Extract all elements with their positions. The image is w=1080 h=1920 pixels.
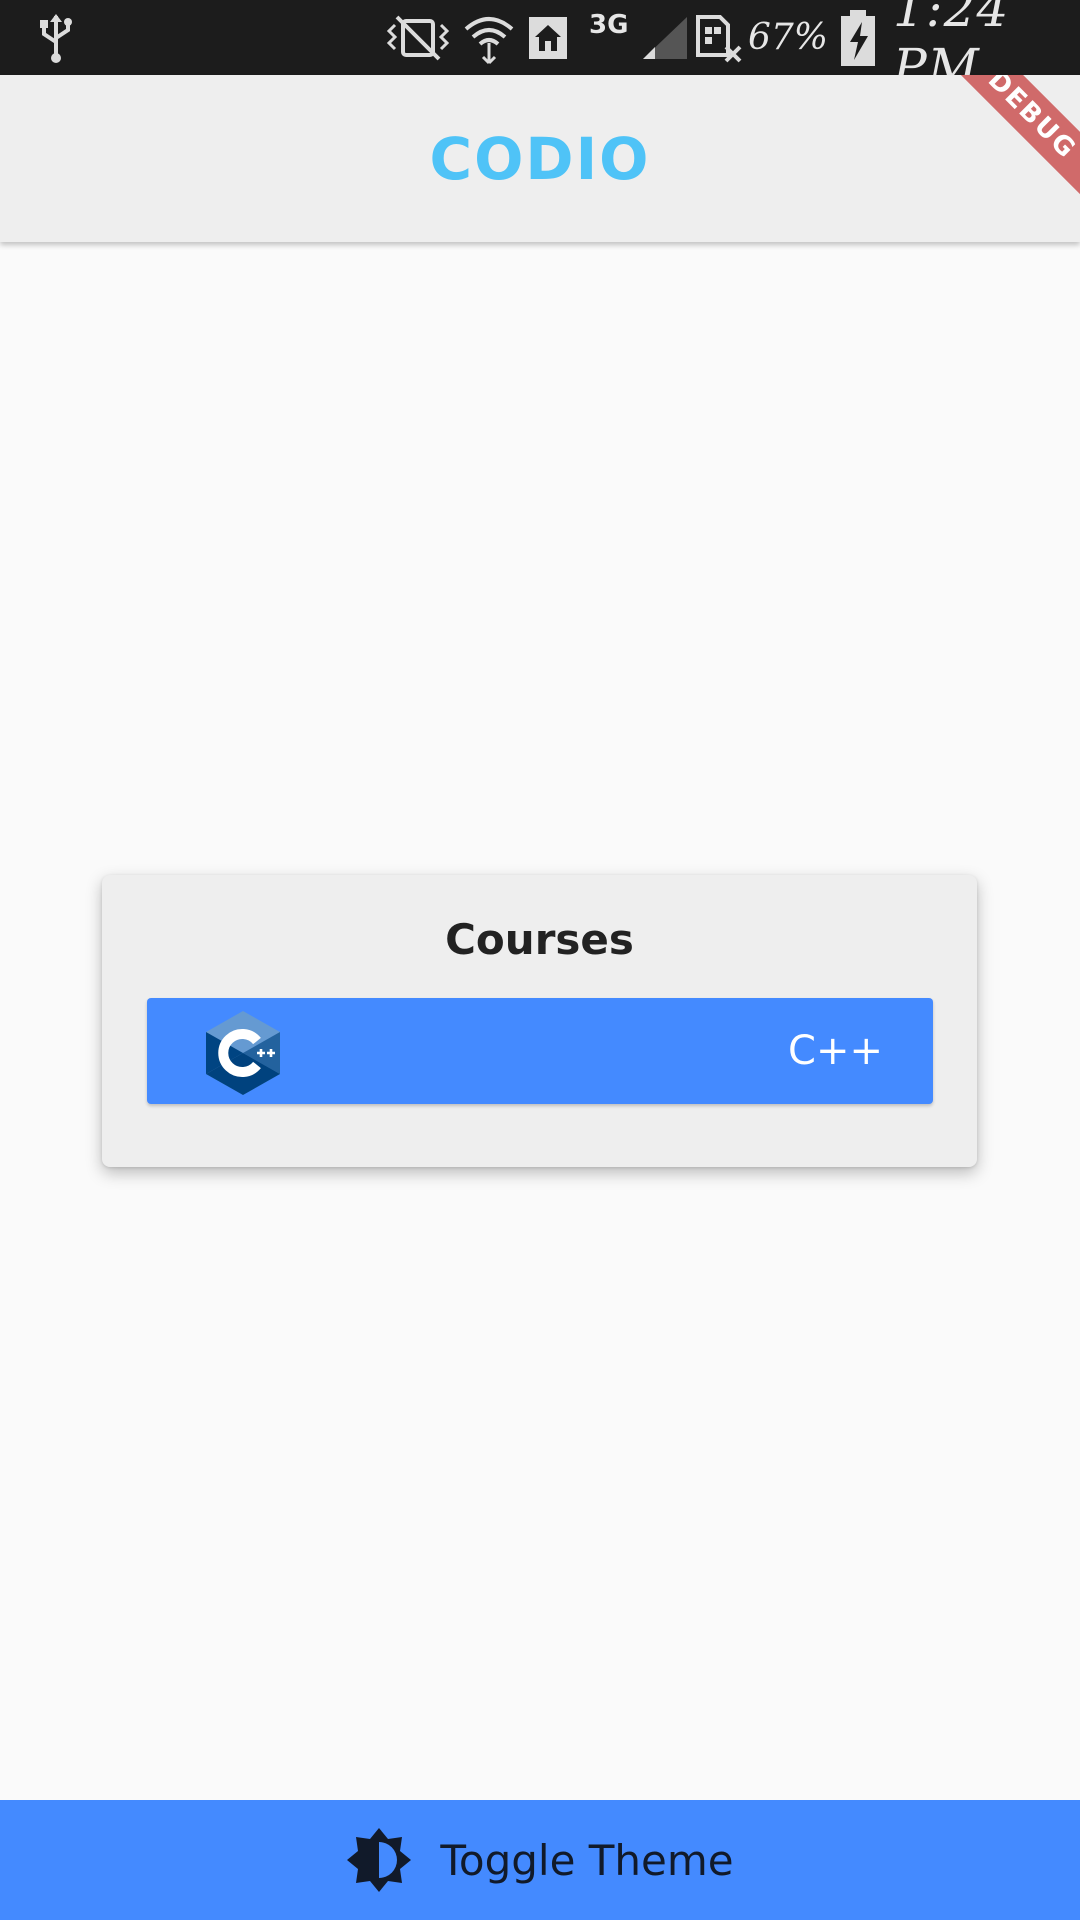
app-bar: CODIO DEBUG <box>0 75 1080 242</box>
courses-title: Courses <box>445 915 634 964</box>
signal-icon <box>640 0 690 75</box>
battery-percent: 67% <box>748 17 829 58</box>
toggle-theme-button[interactable]: Toggle Theme <box>0 1800 1080 1920</box>
no-sim-icon <box>694 0 744 75</box>
status-bar: 3G 67% 1:24 PM <box>0 0 1080 96</box>
network-type: 3G <box>589 10 629 40</box>
clock: 1:24 PM <box>893 0 1010 96</box>
usb-icon <box>32 0 80 75</box>
courses-card: Courses C++ <box>102 875 977 1167</box>
cpp-logo-icon <box>205 1010 281 1096</box>
toggle-theme-label: Toggle Theme <box>440 1835 734 1885</box>
course-name: C++ <box>788 1028 883 1074</box>
brightness-icon <box>346 1827 412 1893</box>
wifi-icon <box>462 0 516 75</box>
course-item-cpp[interactable]: C++ <box>147 998 933 1104</box>
home-icon <box>526 0 570 75</box>
vibrate-icon <box>382 0 454 75</box>
app-title: CODIO <box>429 124 651 193</box>
battery-charging-icon <box>836 0 880 75</box>
